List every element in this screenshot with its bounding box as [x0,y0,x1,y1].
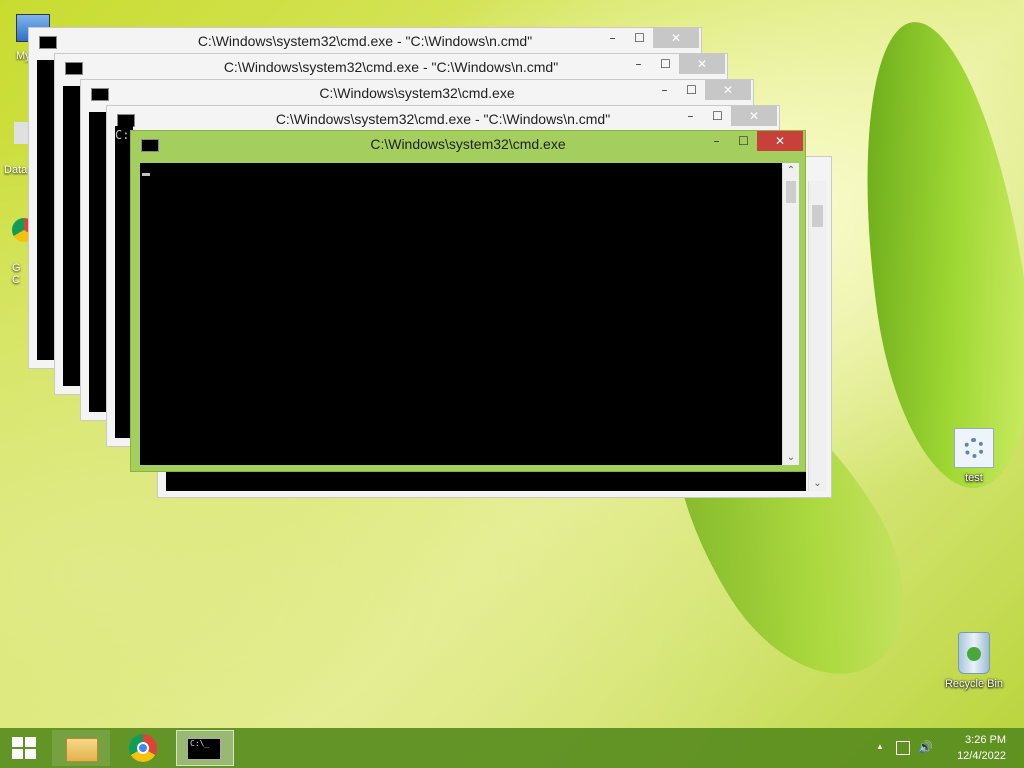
scrollbar-thumb[interactable] [786,181,796,203]
network-icon[interactable] [896,741,910,755]
gear-icon [954,428,994,468]
taskbar-chrome[interactable] [114,730,172,766]
volume-icon[interactable]: 🔊 [918,740,933,754]
system-tray: ▲ 🔊 3:26 PM 12/4/2022 [874,728,1024,768]
folder-icon [66,738,98,762]
maximize-button[interactable]: ☐ [704,106,731,126]
maximize-button[interactable]: ☐ [626,28,653,48]
clock-time[interactable]: 3:26 PM [965,734,1006,746]
console-area[interactable] [140,163,782,465]
close-button[interactable]: ✕ [679,54,725,74]
desktop-icon-recycle-bin[interactable]: Recycle Bin [938,632,1010,690]
desktop-icon-label: test [965,472,983,484]
close-button[interactable]: ✕ [653,28,699,48]
window-controls: – ☐ ✕ [677,106,777,126]
windows-logo-icon [12,737,36,759]
scroll-down-arrow[interactable]: ⌄ [783,452,799,463]
text-cursor [142,173,150,176]
window-controls: – ☐ ✕ [625,54,725,74]
taskbar-cmd[interactable]: C:\_ [176,730,234,766]
maximize-button[interactable]: ☐ [678,80,705,100]
minimize-button[interactable]: – [703,131,730,151]
vertical-scrollbar[interactable]: ⌃ ⌄ [782,163,799,465]
cmd-icon: C:\_ [187,738,221,760]
close-button[interactable]: ✕ [757,131,803,151]
window-titlebar[interactable]: C:\Windows\system32\cmd.exe - "C:\Window… [55,54,727,80]
console-area[interactable] [89,112,107,412]
minimize-button[interactable]: – [651,80,678,100]
scroll-up-arrow[interactable]: ⌃ [783,165,799,176]
desktop-icon-label: Recycle Bin [944,678,1004,690]
window-controls: – ☐ ✕ [599,28,699,48]
window-controls: – ☐ ✕ [703,131,803,151]
minimize-button[interactable]: – [599,28,626,48]
scroll-down-arrow[interactable]: ⌄ [809,478,826,489]
vertical-scrollbar[interactable]: ⌄ [808,181,826,491]
window-titlebar[interactable]: C:\Windows\system32\cmd.exe - "C:\Window… [107,106,779,132]
maximize-button[interactable]: ☐ [730,131,757,151]
wallpaper-leaf [838,11,1024,499]
minimize-button[interactable]: – [677,106,704,126]
clock-date[interactable]: 12/4/2022 [957,750,1006,762]
minimize-button[interactable]: – [625,54,652,74]
maximize-button[interactable]: ☐ [652,54,679,74]
taskbar-file-explorer[interactable] [52,730,110,766]
console-area[interactable] [63,86,81,386]
show-hidden-icons-button[interactable]: ▲ [876,742,884,751]
window-titlebar[interactable]: C:\Windows\system32\cmd.exe - "C:\Window… [29,28,701,54]
taskbar: C:\_ ▲ 🔊 3:26 PM 12/4/2022 [0,728,1024,768]
cmd-window-active[interactable]: C:\Windows\system32\cmd.exe – ☐ ✕ ⌃ ⌄ [130,130,806,472]
scrollbar-thumb[interactable] [812,205,823,227]
chrome-icon [129,734,157,762]
window-controls: – ☐ ✕ [651,80,751,100]
console-area[interactable] [37,60,55,360]
console-text: C: [115,128,130,142]
recycle-bin-icon [958,632,990,674]
window-titlebar[interactable]: C:\Windows\system32\cmd.exe – ☐ ✕ [131,131,805,157]
close-button[interactable]: ✕ [705,80,751,100]
desktop-icon-test[interactable]: test [938,428,1010,484]
close-button[interactable]: ✕ [731,106,777,126]
start-button[interactable] [0,728,48,768]
window-titlebar[interactable]: C:\Windows\system32\cmd.exe – ☐ ✕ [81,80,753,106]
